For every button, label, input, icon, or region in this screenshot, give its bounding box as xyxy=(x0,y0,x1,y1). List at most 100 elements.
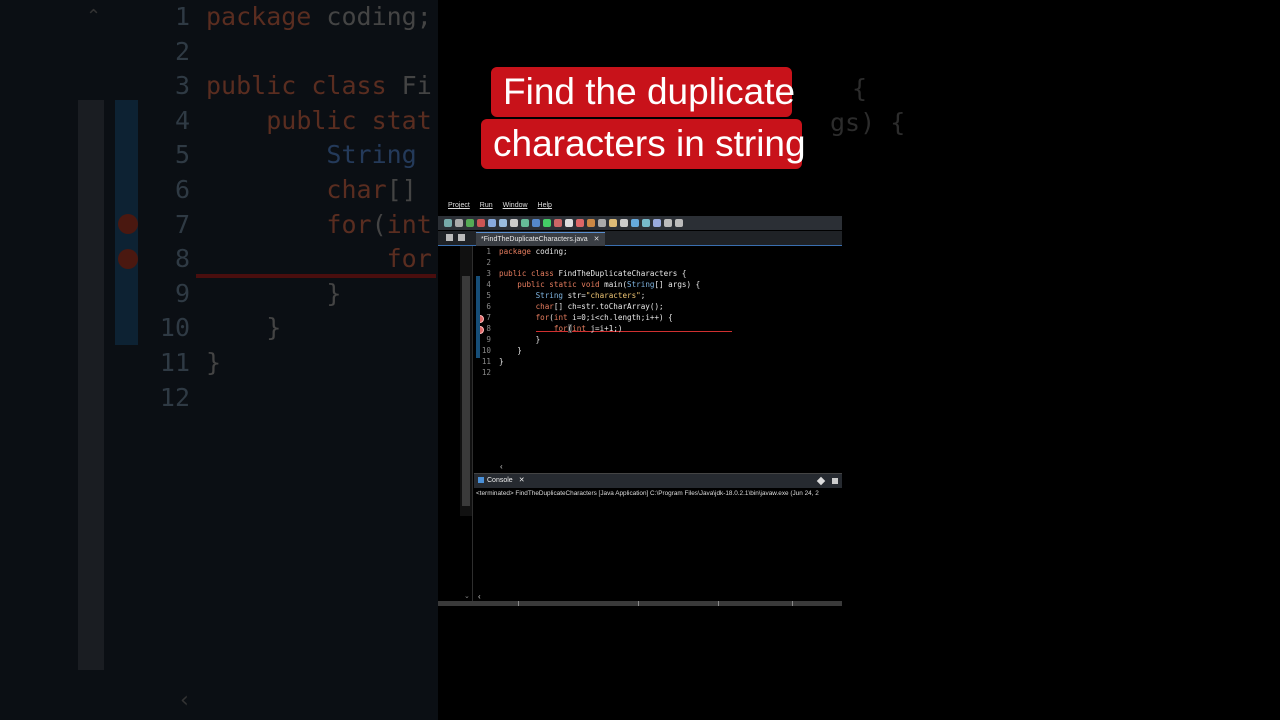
editor-tab-bar: *FindTheDuplicateCharacters.java ✕ xyxy=(438,231,842,246)
perspective-icon[interactable] xyxy=(631,219,639,227)
background-code-line: 8 for xyxy=(150,242,432,277)
maximize-icon[interactable] xyxy=(458,234,465,241)
line-number: 2 xyxy=(486,258,491,267)
title-line-2: characters in string xyxy=(481,119,806,169)
console-icon xyxy=(478,477,484,483)
hierarchy-icon[interactable] xyxy=(653,219,661,227)
chevron-up-icon: ⌃ xyxy=(86,6,102,27)
console-terminated-line: <terminated> FindTheDuplicateCharacters … xyxy=(476,490,819,497)
code-editor[interactable]: 1 package coding; 2 3 public class FindTheDu… xyxy=(474,246,842,471)
background-code-line: 3 public class Fi xyxy=(150,69,432,104)
navigate-back-icon[interactable] xyxy=(664,219,672,227)
navigate-forward-icon[interactable] xyxy=(675,219,683,227)
launch-icon[interactable] xyxy=(543,219,551,227)
tab-console[interactable]: Console ✕ xyxy=(478,476,525,484)
code-line[interactable]: 1 package coding; xyxy=(474,246,842,257)
background-code: 1 package coding; 2 3 public class Fi 4 publi… xyxy=(150,0,432,415)
background-code-line: 1 package coding; xyxy=(150,0,432,35)
line-number: 8 xyxy=(174,244,190,274)
console-tab-label: Console xyxy=(487,477,513,484)
run-icon[interactable] xyxy=(466,219,474,227)
build-icon[interactable] xyxy=(499,219,507,227)
code-line[interactable]: 6 char[] ch=str.toCharArray(); xyxy=(474,301,842,312)
scroll-left-icon[interactable]: ‹ xyxy=(478,592,481,601)
folder-icon[interactable] xyxy=(609,219,617,227)
square-icon[interactable] xyxy=(565,219,573,227)
code-line[interactable]: 9 } xyxy=(474,334,842,345)
code-line[interactable]: 3 public class FindTheDuplicateCharacters… xyxy=(474,268,842,279)
background-code-line: 12 xyxy=(150,381,432,416)
task-icon[interactable] xyxy=(598,219,606,227)
scroll-left-icon[interactable]: ‹ xyxy=(500,462,503,471)
minimize-icon[interactable] xyxy=(446,234,453,241)
close-icon[interactable]: ✕ xyxy=(594,236,600,243)
change-gutter xyxy=(476,276,480,358)
save-icon[interactable] xyxy=(455,219,463,227)
package-icon[interactable] xyxy=(521,219,529,227)
menu-project[interactable]: Project xyxy=(448,202,470,216)
code-line[interactable]: 11} xyxy=(474,356,842,367)
line-number: 1 xyxy=(174,2,190,31)
line-number: 1 xyxy=(486,247,491,256)
line-number: 9 xyxy=(174,278,190,308)
code-line[interactable]: 2 xyxy=(474,257,842,268)
code-text: public class FindTheDuplicateCharacters … xyxy=(499,269,687,278)
new-file-icon[interactable] xyxy=(444,219,452,227)
code-line[interactable]: 7 for(int i=0;i<ch.length;i++) { xyxy=(474,312,842,323)
background-code-line: 7 for(int xyxy=(150,208,432,243)
toolbar xyxy=(438,216,842,230)
breakpoint-icon xyxy=(118,214,138,234)
pin-icon[interactable] xyxy=(816,476,826,486)
background-code-line: 4 public stat xyxy=(150,104,432,139)
console-header: Console ✕ xyxy=(474,473,842,488)
code-text: } xyxy=(499,357,504,366)
debug-icon[interactable] xyxy=(488,219,496,227)
stop-icon[interactable] xyxy=(477,219,485,227)
code-text: String str="characters"; xyxy=(535,291,646,300)
background-code-line: 5 String xyxy=(150,138,432,173)
code-line[interactable]: 12 xyxy=(474,367,842,378)
background-code-line: 2 xyxy=(150,35,432,70)
divider xyxy=(472,246,473,606)
code-text: package coding; xyxy=(499,247,568,256)
code-line[interactable]: 4 public static void main(String[] args)… xyxy=(474,279,842,290)
line-number: 10 xyxy=(159,313,190,343)
menu-help[interactable]: Help xyxy=(538,202,552,216)
scrollbar-thumb[interactable] xyxy=(462,276,470,506)
line-number: 3 xyxy=(174,71,190,101)
status-bar xyxy=(438,601,842,606)
background-code-line: 9 } xyxy=(150,277,432,312)
line-number: 7 xyxy=(174,209,190,239)
ide-window: Project Run Window Help *FindTheDuplicat… xyxy=(438,200,842,606)
tab-label: *FindTheDuplicateCharacters.java xyxy=(481,236,588,243)
code-line[interactable]: 8 for(int j=i+1;) xyxy=(474,323,842,334)
terminate-icon[interactable] xyxy=(554,219,562,227)
scroll-left-icon: ‹ xyxy=(180,688,189,713)
code-line[interactable]: 5 String str="characters"; xyxy=(474,290,842,301)
menu-run[interactable]: Run xyxy=(480,202,493,216)
code-text: char[] ch=str.toCharArray(); xyxy=(535,302,664,311)
background-code-line: 6 char[] xyxy=(150,173,432,208)
tab-find-duplicate-characters[interactable]: *FindTheDuplicateCharacters.java ✕ xyxy=(476,232,606,246)
menu-window[interactable]: Window xyxy=(503,202,528,216)
code-line[interactable]: 10 } xyxy=(474,345,842,356)
close-icon[interactable]: ✕ xyxy=(519,477,525,484)
bookmark-icon[interactable] xyxy=(587,219,595,227)
code-text: } xyxy=(499,335,541,344)
code-text: for(int j=i+1;) xyxy=(553,324,623,333)
outline-icon[interactable] xyxy=(642,219,650,227)
line-number: 5 xyxy=(174,140,190,170)
code-text: public static void main(String[] args) { xyxy=(517,280,701,289)
background-sidebar xyxy=(78,100,104,670)
left-panel-strip xyxy=(460,246,472,516)
code-text: } xyxy=(499,346,522,355)
class-icon[interactable] xyxy=(532,219,540,227)
background-code-fragment: gs) { xyxy=(830,108,906,137)
external-tools-icon[interactable] xyxy=(576,219,584,227)
background-code-fragment: { xyxy=(852,74,868,103)
search-icon[interactable] xyxy=(510,219,518,227)
title-line-1: Find the duplicate xyxy=(491,67,795,117)
pen-icon[interactable] xyxy=(620,219,628,227)
line-number: 11 xyxy=(159,347,190,377)
maximize-icon[interactable] xyxy=(832,478,838,484)
